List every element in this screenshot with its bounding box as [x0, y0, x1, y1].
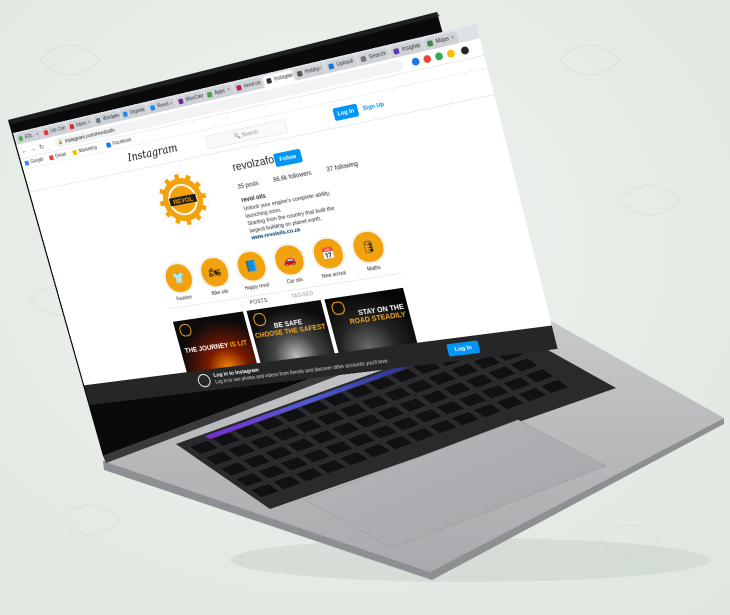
followers-count[interactable]: 86.6k followers [272, 169, 312, 183]
highlight-label: Bike oils [211, 288, 230, 297]
story-highlight[interactable]: 🚗 Car oils [269, 242, 312, 286]
favicon-icon [236, 84, 242, 91]
forward-icon[interactable]: → [28, 144, 37, 154]
highlight-label: Maths [366, 264, 382, 273]
close-icon[interactable]: × [35, 129, 40, 140]
favicon-icon [43, 129, 49, 136]
calendar-icon: 📅 [319, 245, 337, 261]
close-icon[interactable]: × [450, 32, 456, 45]
highlight-label: Car oils [286, 277, 304, 285]
story-highlight[interactable]: 📅 New arrival [307, 235, 351, 280]
close-icon[interactable]: × [382, 48, 388, 60]
story-highlight[interactable]: 🏍 Bike oils [195, 255, 236, 298]
favicon-icon [149, 104, 156, 111]
oil-can-icon: 🛢 [359, 239, 377, 255]
follow-button[interactable]: Follow [272, 148, 304, 168]
close-icon[interactable]: × [349, 55, 355, 67]
favicon-icon [95, 117, 102, 124]
favicon-icon [393, 48, 400, 55]
reload-icon[interactable]: ↻ [37, 142, 46, 152]
close-icon[interactable]: × [226, 84, 232, 96]
favicon-icon [18, 135, 24, 142]
posts-count: 35 posts [236, 179, 260, 191]
shirt-icon: 👕 [171, 271, 187, 285]
story-highlight[interactable]: 👕 Fashion [160, 261, 200, 303]
close-icon[interactable]: × [168, 98, 174, 109]
tab-tagged[interactable]: TAGGED [291, 291, 315, 300]
signup-link[interactable]: Sign Up [361, 98, 385, 115]
extension-icon[interactable] [410, 57, 421, 67]
login-button[interactable]: Log In [332, 103, 360, 122]
back-icon[interactable]: ← [20, 146, 29, 156]
extension-icon[interactable] [434, 51, 444, 62]
close-icon[interactable]: × [87, 117, 92, 128]
extension-icon[interactable] [446, 49, 456, 59]
story-highlight[interactable]: 📘 Happy revol [232, 248, 274, 292]
favicon-icon [360, 55, 367, 63]
close-icon[interactable]: × [317, 63, 323, 75]
revol-logo: REVOL [157, 174, 209, 226]
highlight-label: Happy revol [244, 282, 270, 292]
instagram-logo[interactable]: Instagram [126, 142, 179, 165]
favicon-icon [177, 98, 184, 105]
favicon-icon [122, 111, 129, 118]
following-count[interactable]: 37 following [326, 160, 359, 173]
highlight-label: New arrival [321, 270, 347, 280]
highlight-label: Fashion [175, 294, 193, 303]
tab-posts[interactable]: POSTS [249, 298, 268, 306]
instagram-icon [196, 373, 213, 388]
favicon-icon [69, 123, 75, 130]
lock-icon: 🔒 [57, 138, 64, 146]
extension-icon[interactable] [422, 54, 432, 64]
favicon-icon [265, 77, 273, 84]
favicon-icon [426, 40, 434, 47]
story-highlight[interactable]: 🛢 Maths [347, 228, 392, 274]
login-banner-button[interactable]: Log In [446, 340, 481, 357]
car-icon: 🚗 [281, 252, 298, 267]
favicon-icon [206, 91, 213, 98]
motorbike-icon: 🏍 [206, 264, 223, 280]
favicon-icon [296, 70, 303, 77]
profile-avatar[interactable]: REVOL [151, 167, 215, 232]
profile-username: revolzafo [230, 152, 276, 174]
book-icon: 📘 [243, 258, 260, 274]
profile-avatar-icon[interactable] [460, 45, 470, 56]
favicon-icon [328, 63, 335, 70]
